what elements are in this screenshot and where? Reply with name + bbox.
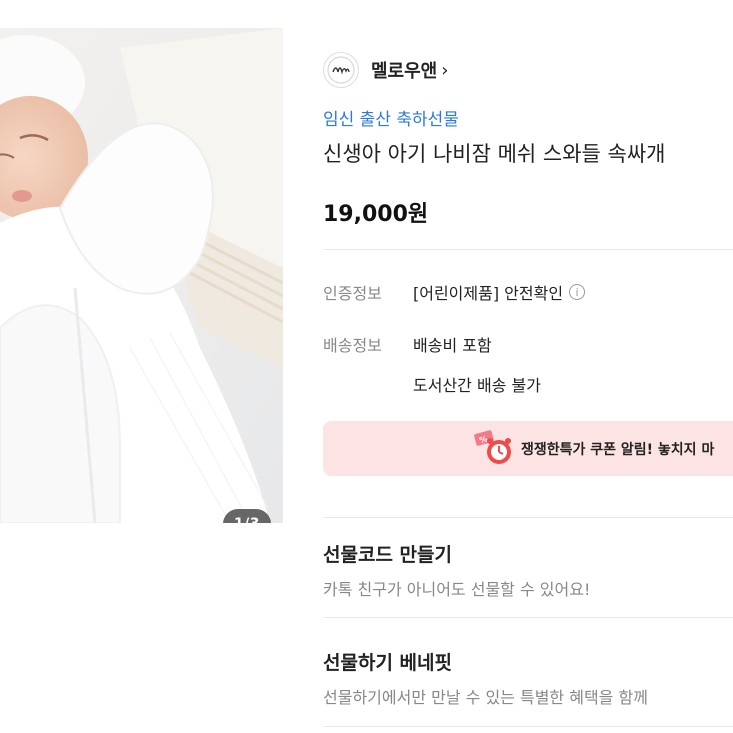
cert-value: [어린이제품] 안전확인 i xyxy=(413,280,586,304)
divider xyxy=(323,249,733,250)
product-info-panel: 멜로우앤 › 임신 출산 축하선물 신생아 아기 나비잠 메쉬 스와들 속싸개 … xyxy=(323,0,733,733)
divider xyxy=(323,617,733,618)
store-link[interactable]: 멜로우앤 › xyxy=(323,52,448,88)
product-category[interactable]: 임신 출산 축하선물 xyxy=(323,105,459,130)
divider xyxy=(323,726,733,727)
gift-code-desc: 카톡 친구가 아니어도 선물할 수 있어요! xyxy=(323,580,591,599)
coupon-text: 쟁쟁한특가 쿠폰 알림! 놓치지 마 xyxy=(521,441,715,458)
cert-value-text: [어린이제품] 안전확인 xyxy=(413,284,564,303)
store-logo-icon xyxy=(323,52,359,88)
product-price: 19,000원 xyxy=(323,202,429,227)
shipping-note: 도서산간 배송 불가 xyxy=(413,376,541,395)
gift-benefit-desc: 선물하기에서만 만날 수 있는 특별한 혜택을 함께 xyxy=(323,688,648,707)
gift-code-title[interactable]: 선물코드 만들기 xyxy=(323,540,452,567)
coupon-banner[interactable]: % 쟁쟁한특가 쿠폰 알림! 놓치지 마 xyxy=(323,421,733,476)
store-name: 멜로우앤 xyxy=(371,61,438,82)
product-title: 신생아 아기 나비잠 메쉬 스와들 속싸개 xyxy=(323,142,666,166)
alarm-clock-icon: % xyxy=(474,429,511,464)
chevron-right-icon: › xyxy=(441,59,449,81)
product-image[interactable]: 1/3 xyxy=(0,28,283,523)
divider xyxy=(323,517,733,518)
gift-benefit-title[interactable]: 선물하기 베네핏 xyxy=(323,648,452,675)
image-counter: 1/3 xyxy=(223,509,271,523)
cert-label: 인증정보 xyxy=(323,284,382,303)
shipping-value: 배송비 포함 xyxy=(413,336,492,355)
info-icon[interactable]: i xyxy=(569,284,586,300)
baby-swaddle-photo xyxy=(0,28,283,523)
shipping-label: 배송정보 xyxy=(323,336,382,355)
